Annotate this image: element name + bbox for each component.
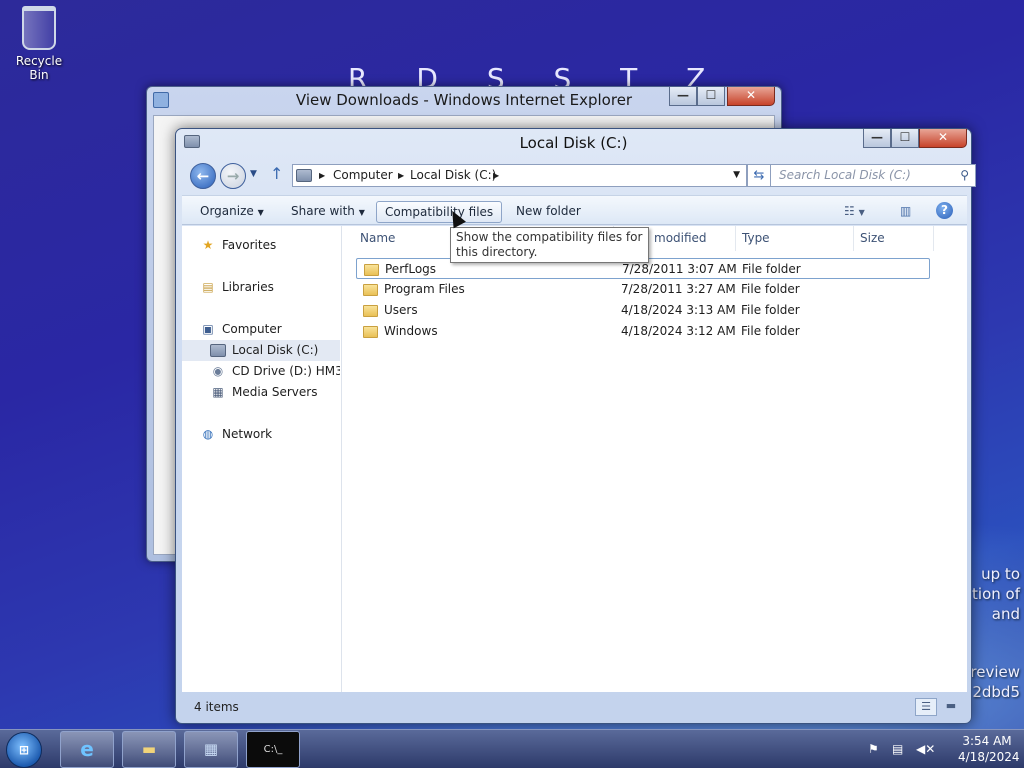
new-folder-button[interactable]: New folder [508, 201, 589, 223]
refresh-button[interactable]: ⇆ [747, 164, 771, 187]
compatibility-files-button[interactable]: Compatibility files [376, 201, 503, 223]
address-drive-icon [296, 169, 312, 182]
explorer-window[interactable]: Local Disk (C:) — ☐ ✕ ← → ▼ ↑ ▶ Computer… [175, 128, 976, 724]
large-icons-view-icon[interactable]: ▬ [941, 698, 961, 716]
folder-icon [363, 283, 378, 296]
share-with-button[interactable]: Share with ▼ [283, 201, 373, 223]
volume-muted-icon[interactable]: ◀✕ [916, 742, 935, 756]
breadcrumb-computer[interactable]: Computer [333, 165, 393, 186]
folder-icon [363, 325, 378, 338]
title-bar[interactable]: Local Disk (C:) — ☐ ✕ [176, 129, 971, 157]
nav-item-local-disk[interactable]: Local Disk (C:) [182, 340, 340, 361]
nav-item-libraries[interactable]: ▤ Libraries [182, 277, 340, 298]
close-button[interactable]: ✕ [919, 129, 967, 148]
action-center-icon[interactable]: ⚑ [868, 742, 879, 756]
clock-time: 3:54 AM [962, 734, 1012, 748]
item-count: 4 items [194, 700, 239, 714]
explorer-taskbar-icon[interactable]: ▬ [122, 731, 176, 768]
recent-pages-icon[interactable]: ▼ [250, 169, 257, 179]
window-title: Local Disk (C:) [519, 134, 628, 152]
command-prompt-taskbar-icon[interactable]: C:\_ [246, 731, 300, 768]
cd-drive-icon: ◉ [212, 364, 224, 378]
file-row[interactable]: Program Files 7/28/2011 3:27 AM File fol… [356, 279, 930, 300]
content-area: ★ Favorites ▤ Libraries ▣ Computer Local Di… [182, 226, 967, 692]
breadcrumb-arrow-icon[interactable]: ▶ [493, 165, 499, 186]
organize-button[interactable]: Organize ▼ [192, 201, 272, 223]
details-view-icon[interactable]: ☰ [915, 698, 937, 716]
file-row[interactable]: Users 4/18/2024 3:13 AM File folder [356, 300, 930, 321]
command-bar: Organize ▼ Share with ▼ Compatibility fi… [182, 195, 967, 225]
up-arrow-icon[interactable]: ↑ [270, 164, 283, 183]
folder-icon [364, 263, 379, 276]
breadcrumb-arrow-icon[interactable]: ▶ [319, 165, 325, 186]
view-options-icon[interactable]: ☷ ▼ [836, 201, 873, 223]
ie-minimize-button[interactable]: — [669, 87, 697, 106]
tooltip: Show the compatibility files for this di… [450, 227, 649, 263]
chevron-down-icon: ▼ [358, 208, 365, 217]
address-dropdown-icon[interactable]: ▼ [733, 165, 740, 186]
navigation-pane: ★ Favorites ▤ Libraries ▣ Computer Local Di… [182, 226, 342, 692]
nav-item-cd-drive[interactable]: ◉CD Drive (D:) HM3_C [182, 361, 340, 382]
navigation-row: ← → ▼ ↑ ▶ Computer ▶ Local Disk (C:) ▶ ▼… [186, 161, 976, 191]
breadcrumb-local-disk[interactable]: Local Disk (C:) [410, 165, 496, 186]
address-bar[interactable]: ▶ Computer ▶ Local Disk (C:) ▶ ▼ [292, 164, 747, 187]
network-status-icon[interactable]: ▤ [892, 742, 903, 756]
star-icon: ★ [202, 238, 214, 252]
drive-icon [210, 344, 226, 357]
start-button[interactable]: ⊞ [6, 732, 42, 768]
library-icon: ▤ [202, 280, 214, 294]
server-manager-taskbar-icon[interactable]: ▦ [184, 731, 238, 768]
taskbar: ⊞ e ▬ ▦ C:\_ ⚑ ▤ ◀✕ 3:54 AM 4/18/2024 [0, 729, 1024, 768]
forward-button[interactable]: → [220, 163, 246, 189]
help-icon[interactable]: ? [936, 202, 953, 219]
nav-item-computer[interactable]: ▣ Computer [182, 319, 340, 340]
nav-item-favorites[interactable]: ★ Favorites [182, 235, 340, 256]
ie-close-button[interactable]: ✕ [727, 87, 775, 106]
clock-date: 4/18/2024 [958, 750, 1020, 764]
preview-pane-icon[interactable]: ▥ [892, 201, 919, 223]
breadcrumb-arrow-icon[interactable]: ▶ [398, 165, 404, 186]
maximize-button[interactable]: ☐ [891, 129, 919, 148]
trash-icon [22, 6, 56, 50]
search-input[interactable]: Search Local Disk (C:) ⚲ [770, 164, 976, 187]
column-header-type[interactable]: Type [736, 226, 854, 251]
minimize-button[interactable]: — [863, 129, 891, 148]
computer-icon: ▣ [202, 322, 214, 336]
recycle-bin-icon[interactable]: Recycle Bin [6, 6, 72, 82]
nav-item-network[interactable]: ◍ Network [182, 424, 340, 445]
chevron-down-icon: ▼ [257, 208, 264, 217]
ie-maximize-button[interactable]: ☐ [697, 87, 725, 106]
internet-explorer-taskbar-icon[interactable]: e [60, 731, 114, 768]
status-bar: 4 items ☰ ▬ [182, 694, 967, 720]
recycle-bin-label: Recycle Bin [15, 54, 63, 82]
nav-item-media-servers[interactable]: ▦ Media Servers [182, 382, 340, 403]
back-button[interactable]: ← [190, 163, 216, 189]
file-row[interactable]: Windows 4/18/2024 3:12 AM File folder [356, 321, 930, 342]
column-header-size[interactable]: Size [854, 226, 934, 251]
search-icon[interactable]: ⚲ [960, 165, 969, 186]
folder-icon [363, 304, 378, 317]
network-icon: ◍ [202, 427, 214, 441]
media-server-icon: ▦ [212, 385, 224, 399]
clock[interactable]: 3:54 AM 4/18/2024 [958, 733, 1020, 765]
